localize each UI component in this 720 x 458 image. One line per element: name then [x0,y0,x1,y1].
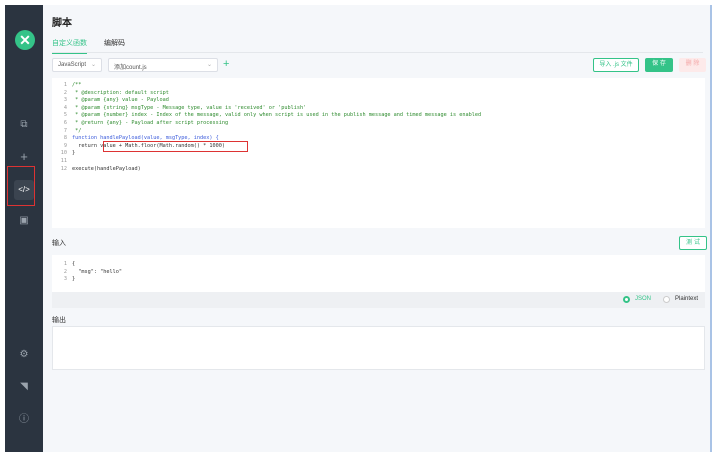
sidebar: ✕ ⧉ + </> ▣ ⚙ ◥ ⓘ [5,5,43,452]
delete-button[interactable]: 删 除 [679,58,706,72]
line-number: 12 [60,165,67,172]
line-number: 2 [63,268,67,275]
tab-codec[interactable]: 编解码 [104,38,125,48]
code-line: * @return {any} - Payload after script p… [72,120,229,126]
code-line: * @param {any} value - Payload [72,97,169,104]
about-icon[interactable]: ⓘ [14,410,34,430]
script-name-value: 添加count.js [114,65,147,71]
save-button[interactable]: 保 存 [645,58,673,72]
code-line: } [72,150,76,157]
logo-icon: ✕ [15,30,35,50]
code-line: */ [72,127,82,134]
chevron-down-icon: ⌄ [90,62,96,68]
plaintext-label[interactable]: Plaintext [675,296,698,302]
add-script-button[interactable]: + [223,58,229,70]
connections-icon[interactable]: ⧉ [14,115,34,135]
script-select[interactable]: 添加count.js ⌄ [108,58,218,72]
line-number: 2 [63,89,67,96]
json-radio[interactable] [623,296,630,303]
new-connection-icon[interactable]: + [14,147,34,167]
code-line: execute(handlePayload) [72,165,141,172]
divider [52,52,703,53]
code-line: /** [72,82,82,88]
highlight-box [7,166,35,206]
settings-icon[interactable]: ⚙ [14,345,34,365]
output-label: 输出 [52,317,66,324]
line-number: 1 [63,261,67,267]
main-panel: 脚本 自定义函数 编解码 JavaScript ⌄ 添加count.js ⌄ + 导… [43,5,712,452]
code-line: * @description: default script [72,89,169,96]
page-title: 脚本 [52,18,72,29]
input-label: 输入 [52,240,66,247]
language-value: JavaScript [58,62,87,68]
line-number: 5 [63,112,67,119]
line-number: 3 [63,97,67,104]
code-line: * @param {string} msgType - Message type… [72,104,307,111]
output-editor[interactable] [52,326,705,370]
line-number: 9 [63,142,67,149]
code-line: "msg": "hello" [72,268,122,275]
code-line: return value + Math.floor(Math.random() … [72,142,226,149]
format-bar: JSON Plaintext [52,292,705,308]
line-number: 4 [63,104,67,111]
line-number: 1 [63,82,67,88]
log-icon[interactable]: ▣ [14,211,34,231]
language-select[interactable]: JavaScript ⌄ [52,58,102,72]
code-line: { [72,261,76,267]
line-number: 6 [63,120,67,126]
code-line: } [72,276,76,283]
import-js-button[interactable]: 导入 .js 文件 [593,58,639,72]
line-number: 10 [60,150,67,157]
line-number: 7 [63,127,67,134]
json-label[interactable]: JSON [635,296,651,302]
line-number: 3 [63,276,67,283]
code-line: function handlePayload(value, msgType, i… [72,135,219,142]
chevron-down-icon: ⌄ [206,62,212,68]
test-button[interactable]: 测 试 [679,236,707,250]
code-line: * @param {number} index - Index of the m… [72,112,482,119]
line-number: 8 [63,135,67,142]
line-number: 11 [60,158,67,164]
input-editor[interactable]: 1 {2 "msg": "hello" 3} [52,255,705,292]
plaintext-radio[interactable] [663,296,670,303]
code-editor[interactable]: 1 /** 2 * @description: default script 3 * … [52,78,705,228]
subscribe-icon[interactable]: ◥ [14,377,34,397]
